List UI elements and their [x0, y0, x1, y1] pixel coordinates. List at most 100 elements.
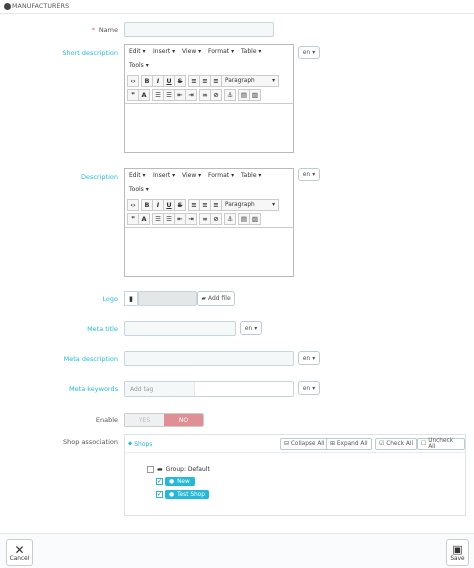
menu-insert[interactable]: Insert ▾ — [153, 172, 175, 179]
code-icon[interactable]: ‹› — [127, 199, 139, 211]
shop-new-chip[interactable]: ● New — [165, 477, 195, 486]
format-select[interactable]: Paragraph ▾ — [221, 199, 279, 211]
menu-format[interactable]: Format ▾ — [208, 172, 234, 179]
indent-icon[interactable]: ⇥ — [185, 213, 197, 225]
menu-tools[interactable]: Tools ▾ — [129, 62, 149, 69]
required-mark: * — [91, 26, 95, 34]
unlink-icon[interactable]: ⊘ — [210, 213, 222, 225]
collapse-icon: ⊟ — [284, 441, 289, 447]
editor-menubar: Edit ▾ Insert ▾ View ▾ Format ▾ Table ▾ … — [125, 45, 293, 73]
floppy-disk-icon: ▣ — [452, 542, 463, 556]
enable-no-option[interactable]: NO — [164, 414, 203, 426]
short-description-editor[interactable]: Edit ▾ Insert ▾ View ▾ Format ▾ Table ▾ … — [124, 44, 294, 153]
add-file-button[interactable]: ▰ Add file — [197, 291, 235, 306]
meta-description-label: Meta description — [63, 355, 118, 363]
name-label: * Name — [0, 26, 118, 34]
editor-menubar: Edit ▾ Insert ▾ View ▾ Format ▾ Table ▾ … — [125, 169, 293, 197]
add-tag-field[interactable]: Add tag — [125, 382, 195, 396]
cog-icon — [4, 3, 11, 10]
code-icon[interactable]: ‹› — [127, 75, 139, 87]
shop-row-new: ✓ ● New — [156, 477, 195, 486]
meta-description-lang-dropdown[interactable]: en ▾ — [298, 351, 320, 365]
empty-square-icon: ☐ — [421, 441, 427, 447]
menu-table[interactable]: Table ▾ — [241, 172, 261, 179]
check-all-button[interactable]: ☑ Check All — [375, 438, 418, 450]
group-default-row: ▬ Group: Default — [147, 466, 210, 473]
meta-description-input[interactable] — [124, 351, 294, 366]
editor-content-area[interactable] — [125, 227, 293, 277]
short-description-lang-dropdown[interactable]: en ▾ — [298, 46, 320, 59]
menu-view[interactable]: View ▾ — [182, 48, 201, 55]
shop-tree-divider — [125, 452, 465, 453]
close-icon: ✕ — [14, 542, 25, 557]
enable-switch[interactable]: YES NO — [124, 413, 204, 427]
cancel-button[interactable]: ✕ Cancel — [6, 539, 33, 566]
collapse-all-button[interactable]: ⊟ Collapse All — [280, 438, 329, 450]
enable-yes-option[interactable]: YES — [125, 414, 164, 426]
shop-association-label: Shop association — [63, 438, 118, 446]
format-select[interactable]: Paragraph ▾ — [221, 75, 279, 87]
meta-keywords-label: Meta keywords — [69, 385, 118, 393]
folder-icon: ▬ — [157, 466, 163, 473]
meta-title-lang-dropdown[interactable]: en ▾ — [240, 321, 262, 335]
menu-edit[interactable]: Edit ▾ — [129, 172, 146, 179]
indent-icon[interactable]: ⇥ — [185, 89, 197, 101]
shop-new-checkbox[interactable]: ✓ — [156, 478, 163, 485]
meta-keywords-lang-dropdown[interactable]: en ▾ — [298, 381, 320, 395]
shop-dot-icon: ● — [169, 478, 175, 485]
expand-icon: ⊞ — [330, 441, 335, 447]
shop-row-test: ✓ ● Test Shop — [156, 490, 209, 499]
editor-toolbar-row2: ❞ A ☰ ☰ ⇤ ⇥ ∞ ⊘ ⚓ ▤ ▨ — [127, 213, 261, 226]
cancel-label: Cancel — [9, 555, 30, 562]
menu-insert[interactable]: Insert ▾ — [153, 48, 175, 55]
shop-test-chip[interactable]: ● Test Shop — [165, 490, 209, 499]
save-label: Save — [450, 555, 465, 562]
folder-open-icon: ▰ — [201, 295, 206, 302]
form-footer: ✕ Cancel ▣ Save — [0, 533, 474, 568]
editor-toolbar-row2: ❞ A ☰ ☰ ⇤ ⇥ ∞ ⊘ ⚓ ▤ ▨ — [127, 89, 261, 102]
panel-header: MANUFACTURERS — [0, 0, 474, 14]
editor-toolbar-row1: ‹› B I U S ≡ ≡ ≡ Paragraph ▾ — [127, 75, 279, 88]
editor-content-area[interactable] — [125, 103, 293, 153]
menu-table[interactable]: Table ▾ — [241, 48, 261, 55]
description-label: Description — [80, 173, 118, 181]
checked-square-icon: ☑ — [379, 441, 385, 447]
anchor-icon[interactable]: ⚓ — [224, 89, 236, 101]
tag-icon: ⬥ — [128, 440, 133, 447]
description-lang-dropdown[interactable]: en ▾ — [298, 168, 320, 181]
strikethrough-icon[interactable]: S — [174, 75, 186, 87]
text-color-icon[interactable]: A — [138, 89, 150, 101]
enable-label: Enable — [95, 416, 118, 424]
image-icon[interactable]: ▨ — [249, 213, 261, 225]
strikethrough-icon[interactable]: S — [174, 199, 186, 211]
shops-tab[interactable]: ⬥ Shops — [128, 440, 152, 448]
menu-view[interactable]: View ▾ — [182, 172, 201, 179]
editor-toolbar-row1: ‹› B I U S ≡ ≡ ≡ Paragraph ▾ — [127, 199, 279, 212]
menu-format[interactable]: Format ▾ — [208, 48, 234, 55]
menu-tools[interactable]: Tools ▾ — [129, 186, 149, 193]
group-label: Group: Default — [165, 466, 210, 473]
shop-dot-icon: ● — [169, 491, 175, 498]
panel-title: MANUFACTURERS — [12, 3, 70, 10]
file-icon: ▮ — [124, 291, 138, 306]
unlink-icon[interactable]: ⊘ — [210, 89, 222, 101]
uncheck-all-button[interactable]: ☐ Uncheck All — [417, 438, 465, 450]
name-input[interactable] — [124, 22, 274, 37]
text-color-icon[interactable]: A — [138, 213, 150, 225]
logo-filename-input[interactable] — [138, 291, 197, 306]
save-button[interactable]: ▣ Save — [446, 539, 469, 566]
short-description-label: Short description — [62, 49, 118, 57]
meta-title-label: Meta title — [87, 325, 118, 333]
shop-test-checkbox[interactable]: ✓ — [156, 491, 163, 498]
name-label-text: Name — [98, 26, 118, 34]
image-icon[interactable]: ▨ — [249, 89, 261, 101]
meta-title-input[interactable] — [124, 321, 236, 336]
expand-all-button[interactable]: ⊞ Expand All — [326, 438, 372, 450]
group-checkbox[interactable] — [147, 466, 154, 473]
description-editor[interactable]: Edit ▾ Insert ▾ View ▾ Format ▾ Table ▾ … — [124, 168, 294, 277]
menu-edit[interactable]: Edit ▾ — [129, 48, 146, 55]
anchor-icon[interactable]: ⚓ — [224, 213, 236, 225]
shop-tree-panel: ⬥ Shops ⊟ Collapse All ⊞ Expand All ☑ Check … — [124, 434, 466, 516]
logo-label: Logo — [102, 295, 118, 303]
meta-keywords-tag-input[interactable]: Add tag — [124, 381, 294, 397]
